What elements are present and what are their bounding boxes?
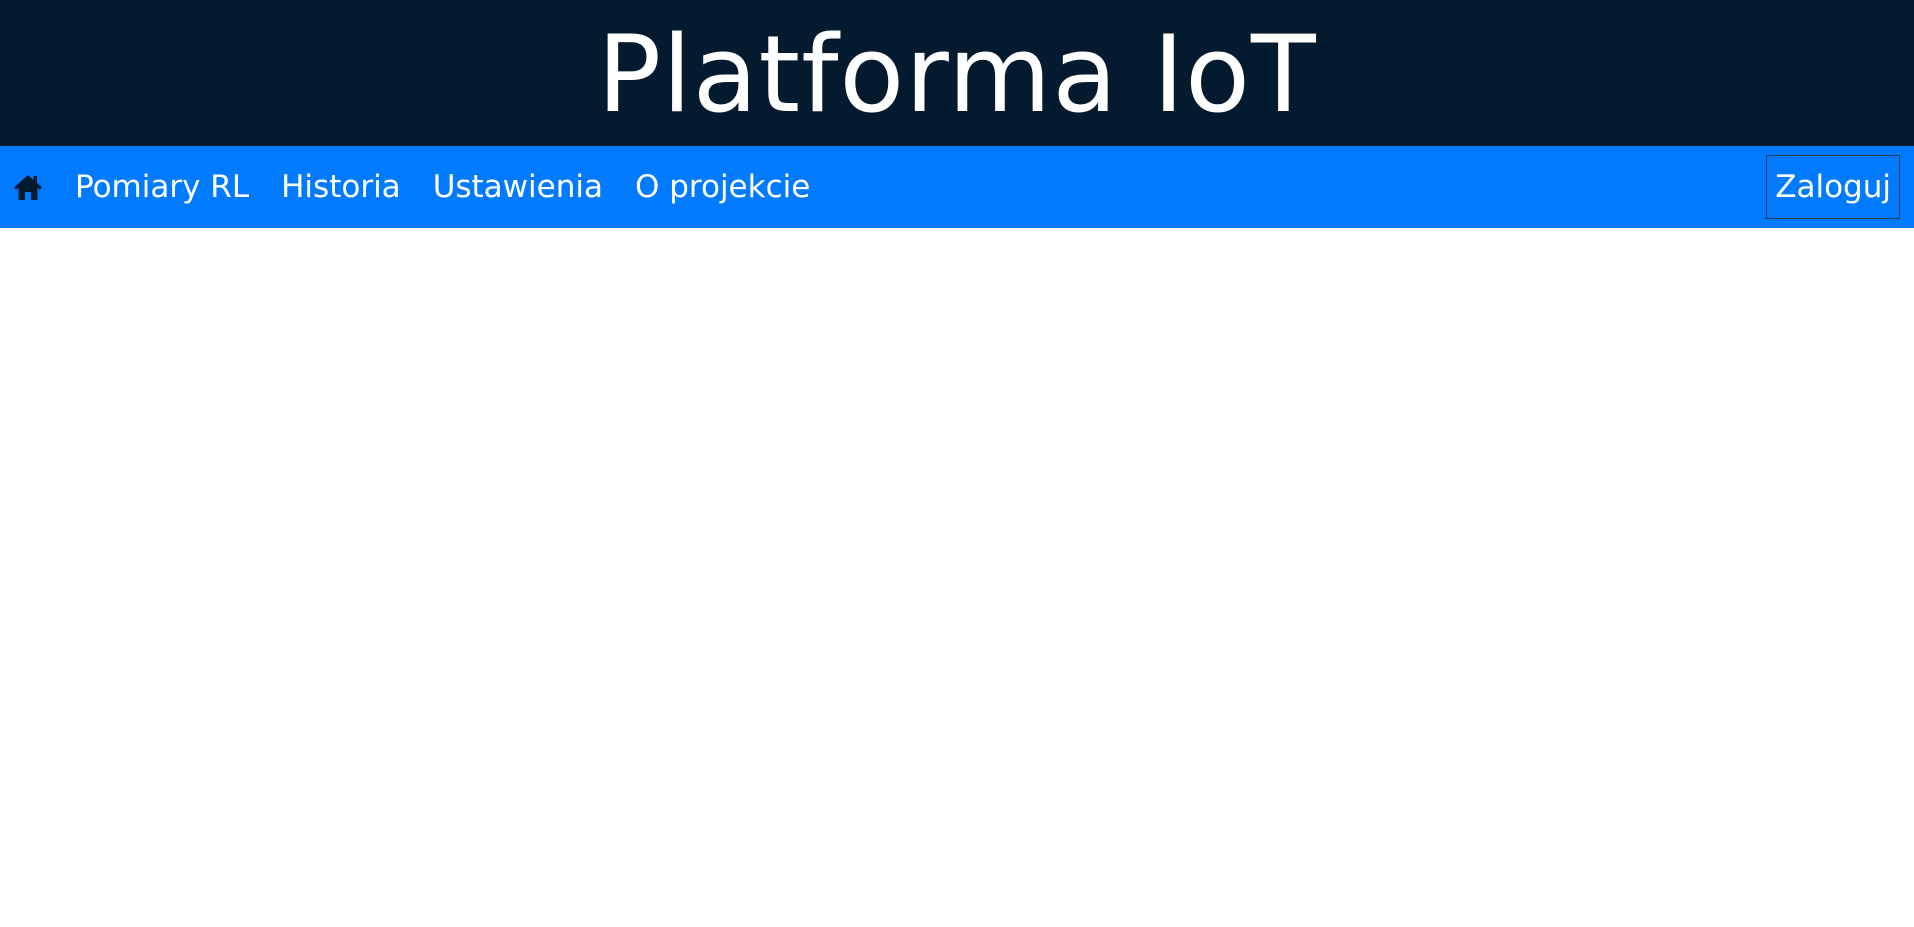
- main-content: [0, 228, 1914, 927]
- login-button[interactable]: Zaloguj: [1766, 155, 1900, 219]
- nav-item-historia[interactable]: Historia: [281, 171, 401, 203]
- nav-item-pomiary-rl[interactable]: Pomiary RL: [75, 171, 249, 203]
- nav-item-ustawienia[interactable]: Ustawienia: [433, 171, 603, 203]
- page-title: Platforma IoT: [597, 13, 1317, 136]
- nav-links: Pomiary RL Historia Ustawienia O projekc…: [12, 146, 842, 228]
- home-icon: [14, 175, 42, 200]
- home-button[interactable]: [12, 171, 44, 203]
- nav-item-o-projekcie[interactable]: O projekcie: [635, 171, 810, 203]
- main-navbar: Pomiary RL Historia Ustawienia O projekc…: [0, 146, 1914, 228]
- app-header: Platforma IoT: [0, 0, 1914, 146]
